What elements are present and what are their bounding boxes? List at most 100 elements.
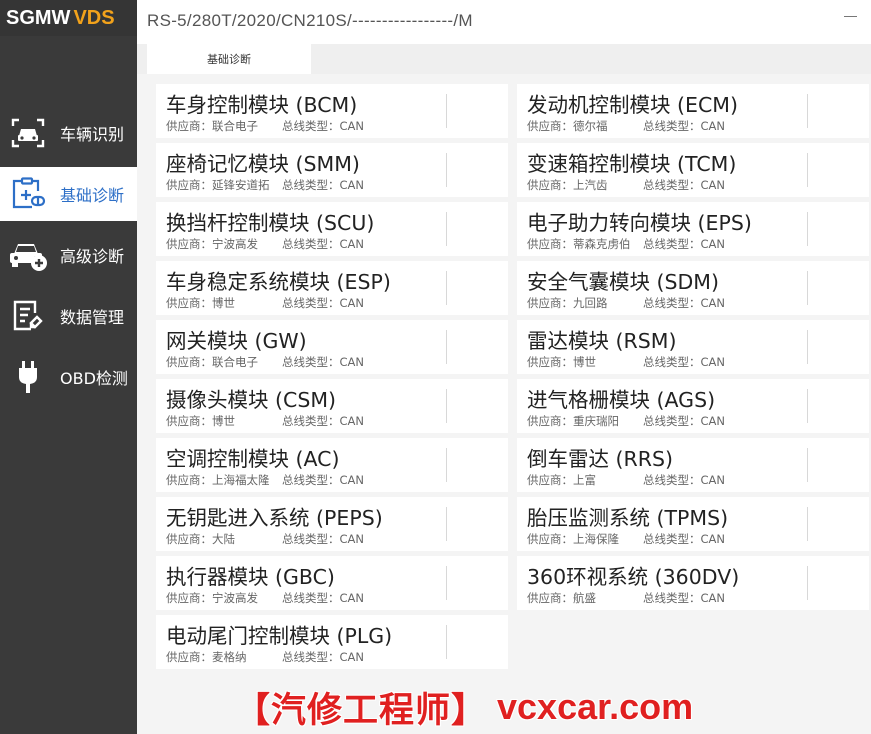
sidebar-item-vehicle-identification[interactable]: 车辆识别 xyxy=(0,106,137,160)
module-name: 安全气囊模块 (SDM) xyxy=(527,270,719,294)
module-bus: 总线类型：CAN xyxy=(282,649,364,665)
module-card[interactable]: 摄像头模块 (CSM) 供应商：博世 总线类型：CAN xyxy=(156,379,508,433)
module-card[interactable]: 电动尾门控制模块 (PLG) 供应商：麦格纳 总线类型：CAN xyxy=(156,615,508,669)
bus-type: CAN xyxy=(339,650,365,664)
card-divider xyxy=(446,448,447,482)
module-card[interactable]: 倒车雷达 (RRS) 供应商：上富 总线类型：CAN xyxy=(517,438,869,492)
bus-type: CAN xyxy=(339,119,365,133)
bus-prefix: 总线类型： xyxy=(643,178,701,192)
minimize-button[interactable] xyxy=(843,6,859,20)
supplier-prefix: 供应商： xyxy=(527,355,573,369)
module-bus: 总线类型：CAN xyxy=(282,472,364,488)
car-plus-icon xyxy=(8,237,48,273)
module-supplier: 麦格纳 xyxy=(212,650,247,664)
module-card[interactable]: 雷达模块 (RSM) 供应商：博世 总线类型：CAN xyxy=(517,320,869,374)
supplier-prefix: 供应商： xyxy=(166,650,212,664)
watermark-url: vcxcar.com xyxy=(497,686,694,727)
vehicle-path: RS-5/280T/2020/CN210S/-----------------/… xyxy=(147,11,473,30)
supplier-prefix: 供应商： xyxy=(527,237,573,251)
bus-prefix: 总线类型： xyxy=(643,414,701,428)
card-divider xyxy=(807,94,808,128)
bus-type: CAN xyxy=(339,473,365,487)
module-card[interactable]: 执行器模块 (GBC) 供应商：宁波高发 总线类型：CAN xyxy=(156,556,508,610)
module-card[interactable]: 换挡杆控制模块 (SCU) 供应商：宁波高发 总线类型：CAN xyxy=(156,202,508,256)
sidebar: SGMW VDS 车辆识别 基础诊断 高级诊断 数据管理 OBD检测 xyxy=(0,0,137,734)
module-supplier: 上富 xyxy=(573,473,596,487)
sidebar-item-basic-diagnosis[interactable]: 基础诊断 xyxy=(0,167,137,221)
supplier-prefix: 供应商： xyxy=(527,296,573,310)
module-bus: 总线类型：CAN xyxy=(643,413,725,429)
module-bus: 总线类型：CAN xyxy=(282,590,364,606)
module-card[interactable]: 座椅记忆模块 (SMM) 供应商：延锋安道拓 总线类型：CAN xyxy=(156,143,508,197)
module-info: 供应商：博世 总线类型：CAN xyxy=(166,295,364,311)
card-divider xyxy=(807,389,808,423)
card-divider xyxy=(446,153,447,187)
bus-type: CAN xyxy=(700,355,726,369)
module-info: 供应商：上海福太隆 总线类型：CAN xyxy=(166,472,364,488)
module-bus: 总线类型：CAN xyxy=(282,295,364,311)
module-name: 雷达模块 (RSM) xyxy=(527,329,677,353)
module-card[interactable]: 进气格栅模块 (AGS) 供应商：重庆瑞阳 总线类型：CAN xyxy=(517,379,869,433)
module-bus: 总线类型：CAN xyxy=(282,236,364,252)
module-name: 座椅记忆模块 (SMM) xyxy=(166,152,360,176)
card-divider xyxy=(807,507,808,541)
module-card[interactable]: 安全气囊模块 (SDM) 供应商：九回路 总线类型：CAN xyxy=(517,261,869,315)
supplier-prefix: 供应商： xyxy=(166,178,212,192)
top-bar: RS-5/280T/2020/CN210S/-----------------/… xyxy=(137,0,871,44)
module-supplier: 联合电子 xyxy=(212,355,258,369)
module-name: 无钥匙进入系统 (PEPS) xyxy=(166,506,383,530)
bus-type: CAN xyxy=(339,532,365,546)
bus-type: CAN xyxy=(700,178,726,192)
supplier-prefix: 供应商： xyxy=(166,296,212,310)
module-info: 供应商：麦格纳 总线类型：CAN xyxy=(166,649,364,665)
module-name: 变速箱控制模块 (TCM) xyxy=(527,152,737,176)
module-info: 供应商：重庆瑞阳 总线类型：CAN xyxy=(527,413,725,429)
bus-prefix: 总线类型： xyxy=(643,591,701,605)
bus-type: CAN xyxy=(700,414,726,428)
module-bus: 总线类型：CAN xyxy=(643,236,725,252)
module-card[interactable]: 胎压监测系统 (TPMS) 供应商：上海保隆 总线类型：CAN xyxy=(517,497,869,551)
module-card[interactable]: 网关模块 (GW) 供应商：联合电子 总线类型：CAN xyxy=(156,320,508,374)
module-bus: 总线类型：CAN xyxy=(282,413,364,429)
module-info: 供应商：联合电子 总线类型：CAN xyxy=(166,354,364,370)
module-info: 供应商：博世 总线类型：CAN xyxy=(166,413,364,429)
module-card[interactable]: 车身控制模块 (BCM) 供应商：联合电子 总线类型：CAN xyxy=(156,84,508,138)
sidebar-item-advanced-diagnosis[interactable]: 高级诊断 xyxy=(0,228,137,282)
bus-type: CAN xyxy=(700,119,726,133)
card-divider xyxy=(446,330,447,364)
bus-type: CAN xyxy=(339,414,365,428)
module-info: 供应商：联合电子 总线类型：CAN xyxy=(166,118,364,134)
module-card[interactable]: 变速箱控制模块 (TCM) 供应商：上汽齿 总线类型：CAN xyxy=(517,143,869,197)
sidebar-item-obd-check[interactable]: OBD检测 xyxy=(0,350,137,404)
brand-vds: VDS xyxy=(73,6,115,29)
bus-prefix: 总线类型： xyxy=(282,237,340,251)
sidebar-item-data-management[interactable]: 数据管理 xyxy=(0,289,137,343)
bus-prefix: 总线类型： xyxy=(282,532,340,546)
module-supplier: 博世 xyxy=(212,296,235,310)
module-card[interactable]: 空调控制模块 (AC) 供应商：上海福太隆 总线类型：CAN xyxy=(156,438,508,492)
module-card[interactable]: 电子助力转向模块 (EPS) 供应商：蒂森克虏伯 总线类型：CAN xyxy=(517,202,869,256)
sidebar-item-label: 基础诊断 xyxy=(60,186,125,205)
module-supplier: 上海保隆 xyxy=(573,532,619,546)
module-supplier: 上汽齿 xyxy=(573,178,608,192)
module-info: 供应商：九回路 总线类型：CAN xyxy=(527,295,725,311)
module-supplier: 大陆 xyxy=(212,532,235,546)
module-supplier: 博世 xyxy=(573,355,596,369)
bus-prefix: 总线类型： xyxy=(282,119,340,133)
bus-type: CAN xyxy=(339,296,365,310)
module-card[interactable]: 360环视系统 (360DV) 供应商：航盛 总线类型：CAN xyxy=(517,556,869,610)
module-info: 供应商：延锋安道拓 总线类型：CAN xyxy=(166,177,364,193)
watermark-text: 【汽修工程师】 xyxy=(235,690,488,731)
module-supplier: 上海福太隆 xyxy=(212,473,270,487)
module-card[interactable]: 无钥匙进入系统 (PEPS) 供应商：大陆 总线类型：CAN xyxy=(156,497,508,551)
module-bus: 总线类型：CAN xyxy=(643,177,725,193)
card-divider xyxy=(807,212,808,246)
bus-prefix: 总线类型： xyxy=(282,178,340,192)
module-bus: 总线类型：CAN xyxy=(643,295,725,311)
module-card[interactable]: 车身稳定系统模块 (ESP) 供应商：博世 总线类型：CAN xyxy=(156,261,508,315)
module-card[interactable]: 发动机控制模块 (ECM) 供应商：德尔福 总线类型：CAN xyxy=(517,84,869,138)
module-info: 供应商：上富 总线类型：CAN xyxy=(527,472,725,488)
sidebar-item-label: OBD检测 xyxy=(60,369,128,388)
car-scan-icon xyxy=(8,115,48,151)
tab-basic-diagnosis[interactable]: 基础诊断 xyxy=(147,44,311,74)
